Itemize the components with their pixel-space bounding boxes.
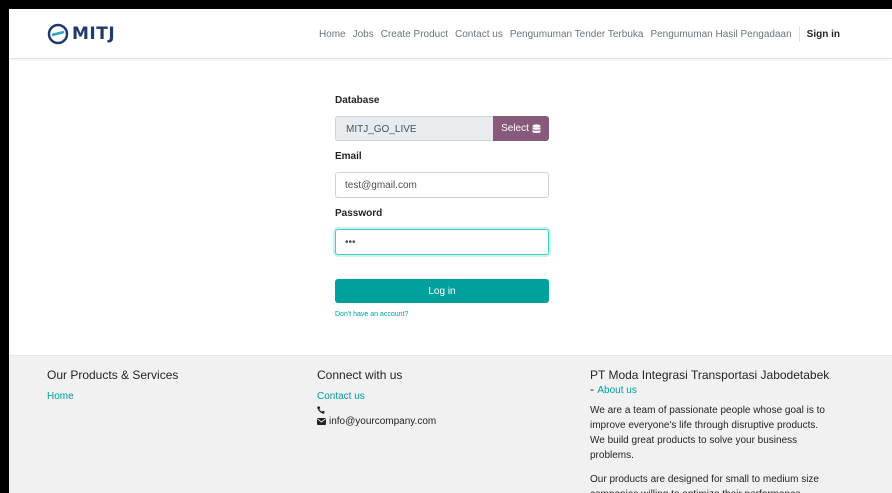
footer: Our Products & Services Home Connect wit… [9,355,892,493]
nav-contact-us-link[interactable]: Contact us [455,29,503,40]
database-field[interactable]: MITJ_GO_LIVE [335,116,493,141]
screenshot-frame-top [0,0,892,9]
top-navbar: MITJ Home Jobs Create Product Contact us… [9,9,892,59]
footer-contact-us-link[interactable]: Contact us [317,391,365,402]
nav-menu: Home Jobs Create Product Contact us Peng… [312,26,840,42]
footer-email-text[interactable]: info@yourcompany.com [329,416,436,427]
select-button-label: Select [501,123,529,134]
nav-create-product-link[interactable]: Create Product [381,29,448,40]
email-input[interactable]: test@gmail.com [335,172,549,198]
footer-email: info@yourcompany.com [317,416,537,427]
nav-divider [798,26,800,42]
company-description: We are a team of passionate people whose… [590,405,825,461]
phone-icon [317,406,325,414]
company-heading: PT Moda Integrasi Transportasi Jabodetab… [590,368,830,396]
page: MITJ Home Jobs Create Product Contact us… [9,9,892,493]
footer-connect-column: Connect with us Contact us info@yourcomp… [317,368,537,427]
nav-tender-terbuka-link[interactable]: Pengumuman Tender Terbuka [510,29,644,40]
database-selector: MITJ_GO_LIVE Select [335,116,549,141]
screenshot-frame-left [0,0,9,493]
password-input[interactable]: ••• [335,229,549,255]
nav-home-link[interactable]: Home [319,29,346,40]
envelope-icon [317,418,326,425]
footer-phone [317,406,537,414]
signup-link[interactable]: Don't have an account? [335,311,549,318]
connect-heading: Connect with us [317,368,403,382]
database-icon [532,123,541,133]
login-form: Database MITJ_GO_LIVE Select Email test@… [335,95,549,318]
nav-jobs-link[interactable]: Jobs [353,29,374,40]
email-label: Email [335,151,362,162]
company-name: PT Moda Integrasi Transportasi Jabodetab… [590,368,830,382]
logo-icon [47,23,69,45]
footer-products-column: Our Products & Services Home [47,368,267,404]
company-products-description: Our products are designed for small to m… [590,474,819,493]
footer-home-link[interactable]: Home [47,391,74,402]
select-database-button[interactable]: Select [493,116,549,141]
nav-hasil-pengadaan-link[interactable]: Pengumuman Hasil Pengadaan [650,29,791,40]
sign-in-link[interactable]: Sign in [807,29,840,40]
about-us-link[interactable]: About us [597,385,636,396]
password-label: Password [335,208,383,219]
database-label: Database [335,95,380,106]
footer-company-column: PT Moda Integrasi Transportasi Jabodetab… [590,368,830,493]
products-services-heading: Our Products & Services [47,368,179,382]
logo-text: MITJ [72,24,116,44]
logo[interactable]: MITJ [47,23,115,45]
log-in-button[interactable]: Log in [335,279,549,303]
